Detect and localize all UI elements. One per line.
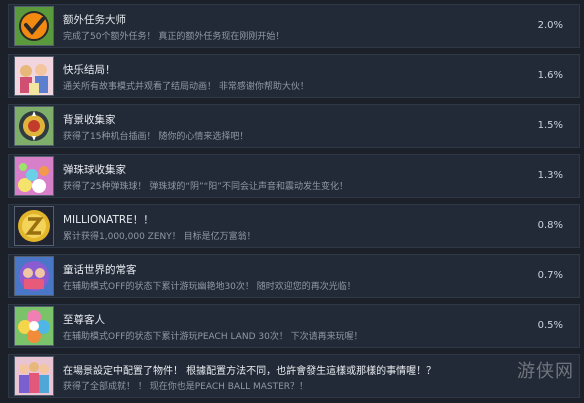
achievement-percent: 2.0% bbox=[537, 20, 563, 31]
achievement-description: 通关所有故事模式并观看了结局动画！ 非常感谢你帮助大伙！ bbox=[63, 82, 309, 92]
gold-coin-icon bbox=[14, 206, 54, 246]
achievement-description: 获得了25种弹珠球！ 弹珠球的“阴”“阳”不同会让声音和震动发生变化！ bbox=[63, 182, 348, 192]
achievement-description: 在辅助模式OFF的状态下累计游玩PEACH LAND 30次！ 下次请再来玩喔！ bbox=[63, 332, 363, 342]
achievement-description: 获得了15种机台插画！ 随你的心情来选择吧！ bbox=[63, 132, 249, 142]
orange-checkmark-icon bbox=[14, 6, 54, 46]
achievement-title: 弹珠球收集家 bbox=[63, 164, 126, 176]
achievement-row[interactable]: 童话世界的常客 在辅助模式OFF的状态下累计游玩幽艳地30次！ 随时欢迎您的再次… bbox=[8, 254, 580, 298]
achievement-title: MILLIONATRE！！ bbox=[63, 214, 154, 226]
achievement-list: 额外任务大师 完成了50个额外任务！ 真正的额外任务现在刚刚开始！ 2.0% 快… bbox=[0, 0, 584, 403]
achievement-title: 至尊客人 bbox=[63, 314, 105, 326]
achievement-row[interactable]: 在場景設定中配置了物件！ 根據配置方法不同，也許會發生這樣或那樣的事情喔！？ 获… bbox=[8, 354, 580, 398]
achievement-percent: 0.7% bbox=[537, 270, 563, 281]
characters-group-icon bbox=[14, 56, 54, 96]
achievement-row[interactable]: 弹珠球收集家 获得了25种弹珠球！ 弹珠球的“阴”“阳”不同会让声音和震动发生变… bbox=[8, 154, 580, 198]
achievement-percent: 1.3% bbox=[537, 170, 563, 181]
achievement-title: 额外任务大师 bbox=[63, 14, 126, 26]
achievement-percent: 0.8% bbox=[537, 220, 563, 231]
all-characters-icon bbox=[14, 356, 54, 396]
achievement-description: 在辅助模式OFF的状态下累计游玩幽艳地30次！ 随时欢迎您的再次光临！ bbox=[63, 282, 356, 292]
achievement-row[interactable]: 额外任务大师 完成了50个额外任务！ 真正的额外任务现在刚刚开始！ 2.0% bbox=[8, 4, 580, 48]
achievement-row[interactable]: 快乐结局！ 通关所有故事模式并观看了结局动画！ 非常感谢你帮助大伙！ 1.6% bbox=[8, 54, 580, 98]
achievement-description: 累计获得1,000,000 ZENY！ 目标是亿万富翁！ bbox=[63, 232, 256, 242]
achievement-title: 在場景設定中配置了物件！ 根據配置方法不同，也許會發生這樣或那樣的事情喔！？ bbox=[63, 366, 437, 377]
achievement-title: 快乐结局！ bbox=[63, 64, 116, 76]
watermark: 游侠网 bbox=[517, 361, 574, 382]
achievement-percent: 1.5% bbox=[537, 120, 563, 131]
achievement-percent: 1.6% bbox=[537, 70, 563, 81]
achievement-description: 获得了全部成就！ ！ 现在你也是PEACH BALL MASTER？！ bbox=[63, 382, 309, 392]
achievement-description: 完成了50个额外任务！ 真正的额外任务现在刚刚开始！ bbox=[63, 32, 285, 42]
fairytale-characters-icon bbox=[14, 256, 54, 296]
achievement-row[interactable]: 至尊客人 在辅助模式OFF的状态下累计游玩PEACH LAND 30次！ 下次请… bbox=[8, 304, 580, 348]
achievement-row[interactable]: MILLIONATRE！！ 累计获得1,000,000 ZENY！ 目标是亿万富… bbox=[8, 204, 580, 248]
achievement-row[interactable]: 背景收集家 获得了15种机台插画！ 随你的心情来选择吧！ 1.5% bbox=[8, 104, 580, 148]
peach-land-flower-icon bbox=[14, 306, 54, 346]
achievement-title: 童话世界的常客 bbox=[63, 264, 137, 276]
achievement-title: 背景收集家 bbox=[63, 114, 116, 126]
achievement-percent: 0.5% bbox=[537, 320, 563, 331]
badge-emblem-icon bbox=[14, 106, 54, 146]
pinball-balls-icon bbox=[14, 156, 54, 196]
